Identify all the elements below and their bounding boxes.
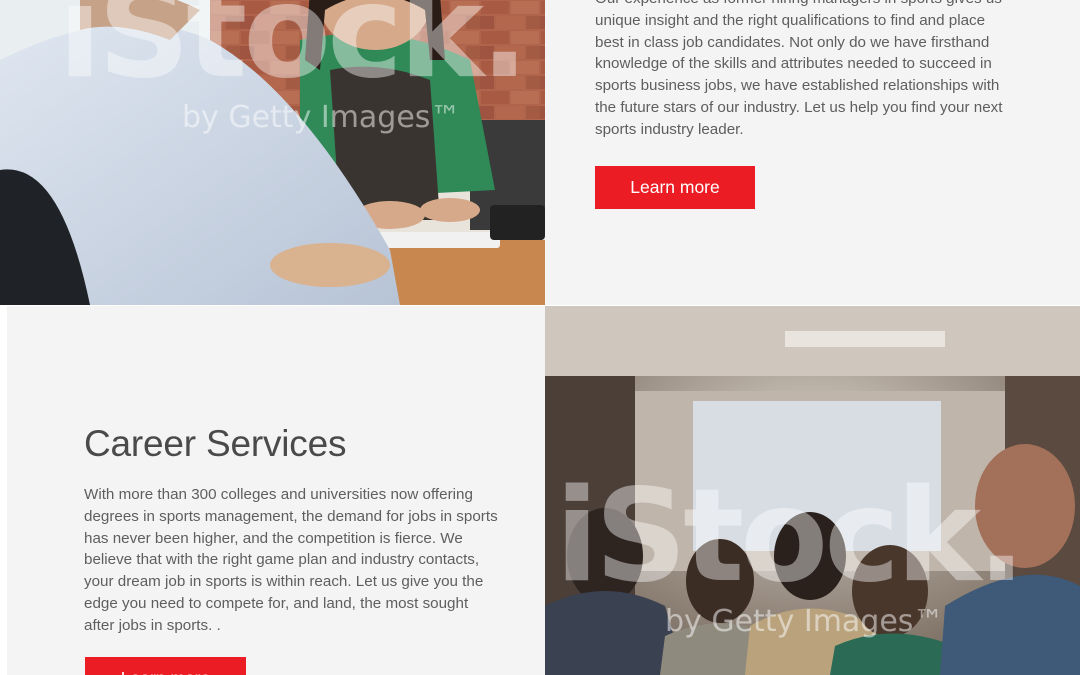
learn-more-button[interactable]: Learn more [595,166,755,209]
career-services-description: With more than 300 colleges and universi… [84,486,498,634]
recruiting-description: Our experience as former hiring managers… [595,0,1003,138]
watermark-logo: iStock. [58,0,529,107]
watermark-caption: by Getty Images™ [182,100,461,135]
career-services-panel: Career Services With more than 300 colle… [7,306,545,675]
career-services-title: Career Services [84,423,347,464]
watermark-logo: iStock. [555,462,1026,611]
watermark-caption: by Getty Images™ [665,604,944,639]
seminar-photo: iStock. by Getty Images™ [545,306,1080,675]
learn-more-button[interactable]: Learn more [85,657,246,675]
office-interview-photo: iStock. by Getty Images™ [0,0,545,305]
recruiting-panel: Our experience as former hiring managers… [545,0,1080,305]
